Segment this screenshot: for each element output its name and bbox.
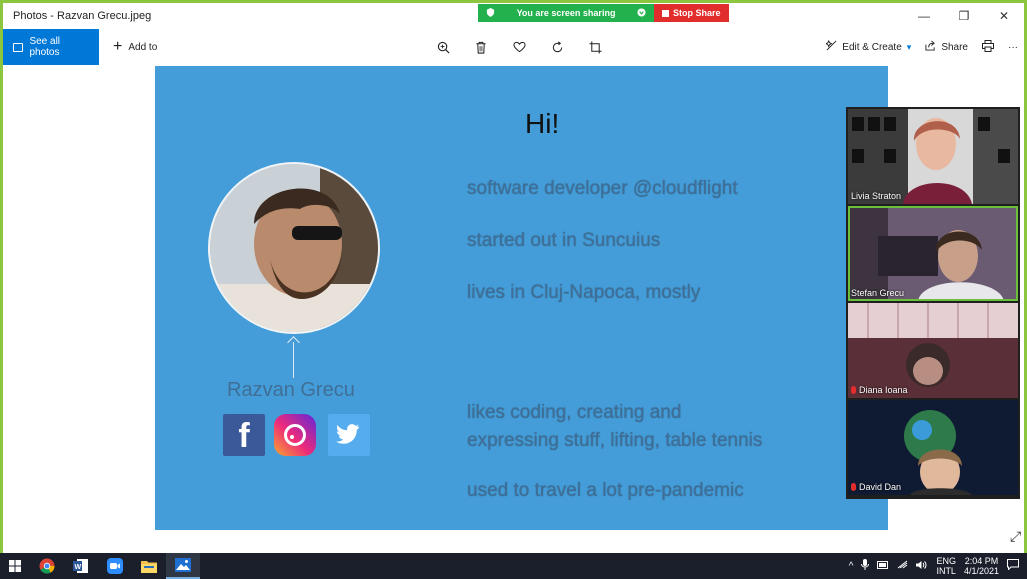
word-icon[interactable]: W [64,553,98,579]
clock[interactable]: 2:04 PM 4/1/2021 [964,556,999,576]
network-icon[interactable] [897,560,908,572]
window-title: Photos - Razvan Grecu.jpeg [13,10,152,22]
stop-share-button[interactable]: Stop Share [654,4,729,22]
share-icon [925,40,936,54]
participant-tile[interactable]: David Dan [848,400,1018,495]
windows-start-icon[interactable] [0,553,30,579]
screen-share-banner: You are screen sharing Stop Share [478,4,729,22]
profile-photo [208,162,380,334]
participant-name: Livia Straton [851,191,902,201]
photos-toolbar: See all photos + Add to Edit & Create ▾ [3,29,1024,65]
sharing-dropdown-icon[interactable] [637,7,646,19]
clock-time: 2:04 PM [964,556,999,566]
close-button[interactable]: ✕ [984,3,1024,29]
add-to-button[interactable]: + Add to [113,39,157,55]
shield-icon [486,7,495,19]
add-to-label: Add to [128,41,158,53]
image-tools [435,29,603,65]
share-button[interactable]: Share [925,40,968,54]
delete-icon[interactable] [473,39,489,55]
facebook-letter: f [238,417,250,455]
sharing-status[interactable]: You are screen sharing [478,4,654,22]
slide-line-hobbies-1: likes coding, creating and [467,402,682,423]
slide-person-name: Razvan Grecu [227,379,355,401]
participant-video [848,109,1018,204]
print-icon [982,39,994,55]
participant-video [848,400,1018,495]
participant-name: David Dan [851,482,901,492]
mic-muted-icon [851,483,856,491]
mic-muted-icon [851,386,856,394]
more-options-button[interactable]: ··· [1008,42,1018,53]
system-tray: ^ ENG INTL 2:04 PM 4/1/2021 [849,553,1027,579]
participant-tile[interactable]: Livia Straton [848,109,1018,204]
minimize-button[interactable]: — [904,3,944,29]
keyboard-layout: INTL [936,566,956,576]
edit-create-label: Edit & Create [842,41,902,53]
volume-icon[interactable] [916,560,928,573]
rotate-icon[interactable] [549,39,565,55]
participant-tile-active[interactable]: Stefan Grecu [848,206,1018,301]
facebook-icon: f [223,414,265,456]
toolbar-right: Edit & Create ▾ Share ··· [825,29,1018,65]
slide-image: Hi! software developer @cloudflight star… [155,66,888,530]
slide-line-travel: used to travel a lot pre-pandemic [467,480,744,501]
see-all-photos-button[interactable]: See all photos [3,29,99,65]
slide-line-job: software developer @cloudflight [467,178,738,199]
file-explorer-icon[interactable] [132,553,166,579]
restore-button[interactable]: ❐ [944,3,984,29]
print-button[interactable] [982,39,994,55]
zoom-icon[interactable] [435,39,451,55]
participant-video [848,303,1018,398]
clock-date: 4/1/2021 [963,566,999,576]
participant-name: Stefan Grecu [851,288,905,298]
zoom-app-icon[interactable] [98,553,132,579]
see-all-photos-label: See all photos [29,36,61,58]
language-indicator[interactable]: ENG INTL [936,556,956,576]
stop-share-label: Stop Share [673,8,721,18]
edit-create-icon [825,39,837,54]
participant-video [848,206,1018,301]
plus-icon: + [113,38,123,55]
window-controls: — ❐ ✕ [904,3,1024,29]
participant-name: Diana Ioana [851,385,908,395]
arrow-line [293,342,294,378]
language-code: ENG [936,556,956,566]
slide-line-origin: started out in Suncuius [467,230,661,251]
slide-line-city: lives in Cluj-Napoca, mostly [467,282,701,303]
participant-tile[interactable]: Diana Ioana [848,303,1018,398]
svg-text:W: W [75,564,82,571]
twitter-icon [328,414,370,456]
chevron-up-icon[interactable]: ^ [849,561,854,572]
windows-taskbar: W ^ ENG INTL 2:04 PM 4/1/2021 [0,553,1027,579]
favorite-icon[interactable] [511,39,527,55]
slide-line-hobbies-2: expressing stuff, lifting, table tennis [467,430,763,451]
edit-create-button[interactable]: Edit & Create ▾ [825,39,912,54]
battery-icon[interactable] [877,560,889,572]
slide-greeting: Hi! [525,108,560,139]
microphone-icon[interactable] [861,559,870,573]
notifications-icon[interactable] [1007,559,1019,573]
share-label: Share [941,41,968,53]
fullscreen-expand-icon[interactable]: ⤢ [1010,528,1021,545]
chrome-icon[interactable] [30,553,64,579]
video-participants-panel: Livia Straton Stefan Grecu Diana Ioana D… [846,107,1020,499]
stop-icon [662,9,669,17]
instagram-icon [274,414,316,456]
crop-icon[interactable] [587,39,603,55]
photo-icon [13,42,24,52]
sharing-status-text: You are screen sharing [516,8,616,18]
chevron-down-icon: ▾ [906,41,912,52]
photos-app-icon[interactable] [166,553,200,579]
